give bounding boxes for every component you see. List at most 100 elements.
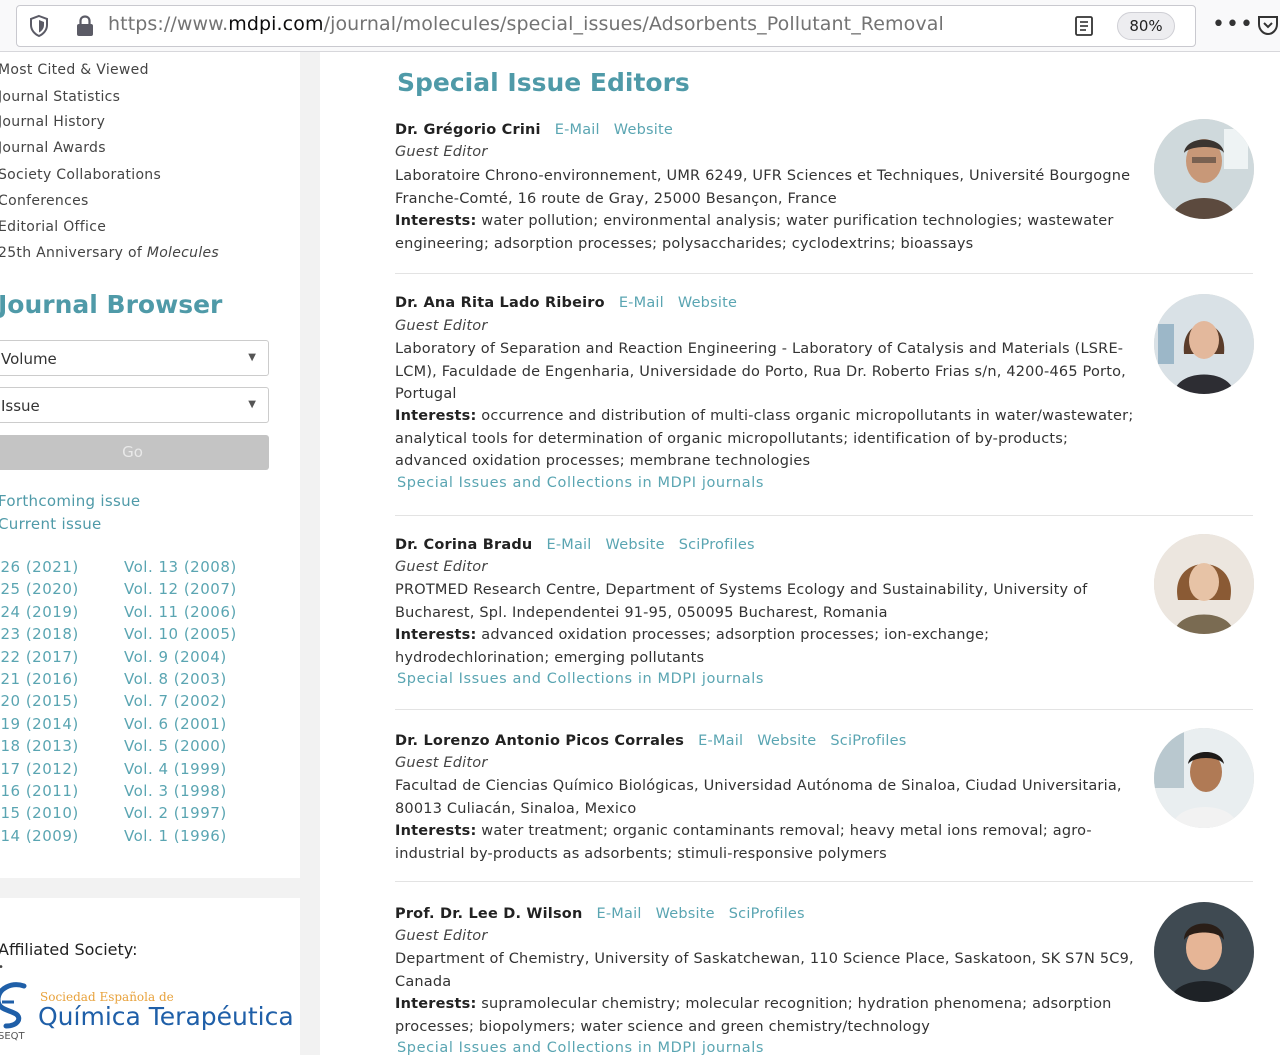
- editor-interests: Interests: supramolecular chemistry; mol…: [395, 993, 1135, 1038]
- interests-label: Interests:: [395, 213, 477, 229]
- page-title: Special Issue Editors: [397, 68, 690, 97]
- sidebar-link-conferences[interactable]: Conferences: [0, 193, 89, 209]
- interests-text: occurrence and distribution of multi-cla…: [395, 408, 1134, 469]
- editor-role: Guest Editor: [395, 559, 488, 575]
- volume-link[interactable]: Vol. 7 (2002): [124, 692, 227, 710]
- reader-view-icon[interactable]: [1073, 14, 1095, 38]
- sidebar-link-editorial-office[interactable]: Editorial Office: [0, 219, 106, 235]
- volume-link[interactable]: Vol. 3 (1998): [124, 782, 227, 800]
- website-link[interactable]: Website: [678, 295, 737, 311]
- volume-link[interactable]: Vol. 22 (2017): [0, 648, 79, 666]
- page-actions-menu-icon[interactable]: •••: [1212, 12, 1254, 37]
- editor-interests: Interests: water pollution; environmenta…: [395, 210, 1135, 255]
- volume-link[interactable]: Vol. 10 (2005): [124, 625, 237, 643]
- website-link[interactable]: Website: [614, 122, 673, 138]
- special-issues-link[interactable]: Special Issues and Collections in MDPI j…: [397, 1040, 764, 1055]
- editor-photo: [1154, 902, 1254, 1002]
- logo-society-name-main[interactable]: Química Terapéutica: [38, 1002, 294, 1031]
- volume-link[interactable]: Vol. 13 (2008): [124, 558, 237, 576]
- volume-link[interactable]: Vol. 19 (2014): [0, 715, 79, 733]
- interests-label: Interests:: [395, 996, 477, 1012]
- volume-link[interactable]: Vol. 4 (1999): [124, 760, 227, 778]
- volume-link[interactable]: Vol. 5 (2000): [124, 737, 227, 755]
- editor-interests: Interests: water treatment; organic cont…: [395, 820, 1135, 865]
- editor-photo: [1154, 534, 1254, 634]
- volume-link[interactable]: Vol. 11 (2006): [124, 603, 237, 621]
- editor-affiliation: Facultad de Ciencias Químico Biológicas,…: [395, 778, 1122, 817]
- seqt-logo-mark[interactable]: [0, 980, 30, 1030]
- editor-photo: [1154, 294, 1254, 394]
- url-path: /journal/molecules/special_issues/Adsorb…: [323, 13, 944, 35]
- email-link[interactable]: E-Mail: [555, 122, 600, 138]
- editor-affiliation: Laboratoire Chrono-environnement, UMR 62…: [395, 168, 1131, 207]
- special-issues-link[interactable]: Special Issues and Collections in MDPI j…: [397, 671, 764, 687]
- sidebar-link-history[interactable]: Journal History: [0, 114, 105, 130]
- url-text[interactable]: https://www.mdpi.com/journal/molecules/s…: [108, 13, 944, 35]
- volume-link[interactable]: Vol. 24 (2019): [0, 603, 79, 621]
- editor-name: Dr. Corina Bradu: [395, 537, 533, 553]
- volume-link[interactable]: Vol. 16 (2011): [0, 782, 79, 800]
- email-link[interactable]: E-Mail: [619, 295, 664, 311]
- volume-link[interactable]: Vol. 1 (1996): [124, 827, 227, 845]
- editor-role: Guest Editor: [395, 144, 488, 160]
- volume-link[interactable]: Vol. 21 (2016): [0, 670, 79, 688]
- url-domain: mdpi.com: [228, 13, 324, 35]
- journal-browser-title: Journal Browser: [0, 290, 223, 319]
- volume-link[interactable]: Vol. 14 (2009): [0, 827, 79, 845]
- volume-link[interactable]: Vol. 17 (2012): [0, 760, 79, 778]
- lock-icon[interactable]: [74, 14, 96, 38]
- volume-select[interactable]: Volume ▼: [0, 340, 269, 376]
- left-sidebar: Most Cited & Viewed Journal Statistics J…: [0, 52, 300, 878]
- volume-link[interactable]: Vol. 2 (1997): [124, 804, 227, 822]
- volume-link[interactable]: Vol. 8 (2003): [124, 670, 227, 688]
- editor-role: Guest Editor: [395, 755, 488, 771]
- main-content: Special Issue Editors Dr. Grégorio Crini…: [320, 52, 1280, 1055]
- interests-label: Interests:: [395, 408, 477, 424]
- website-link[interactable]: Website: [656, 906, 715, 922]
- forthcoming-issue-link[interactable]: Forthcoming issue: [0, 492, 140, 510]
- website-link[interactable]: Website: [606, 537, 665, 553]
- sciprofiles-link[interactable]: SciProfiles: [729, 906, 805, 922]
- volume-link[interactable]: Vol. 20 (2015): [0, 692, 79, 710]
- sciprofiles-link[interactable]: SciProfiles: [679, 537, 755, 553]
- volume-link[interactable]: Vol. 6 (2001): [124, 715, 227, 733]
- email-link[interactable]: E-Mail: [546, 537, 591, 553]
- editor-header: Dr. Grégorio Crini E-Mail Website: [395, 122, 673, 138]
- chevron-down-icon: ▼: [248, 352, 256, 363]
- issue-select[interactable]: Issue ▼: [0, 387, 269, 423]
- volume-link[interactable]: Vol. 15 (2010): [0, 804, 79, 822]
- website-link[interactable]: Website: [757, 733, 816, 749]
- email-link[interactable]: E-Mail: [597, 906, 642, 922]
- sidebar-link-awards[interactable]: Journal Awards: [0, 140, 106, 156]
- interests-text: water pollution; environmental analysis;…: [395, 213, 1114, 252]
- volume-link[interactable]: Vol. 26 (2021): [0, 558, 79, 576]
- sciprofiles-link[interactable]: SciProfiles: [830, 733, 906, 749]
- divider: [395, 709, 1253, 710]
- pocket-icon[interactable]: [1256, 12, 1280, 38]
- divider: [395, 881, 1253, 882]
- volume-link[interactable]: Vol. 18 (2013): [0, 737, 79, 755]
- volume-link[interactable]: Vol. 9 (2004): [124, 648, 227, 666]
- volume-link[interactable]: Vol. 23 (2018): [0, 625, 79, 643]
- editor-affiliation: Department of Chemistry, University of S…: [395, 951, 1134, 990]
- shield-icon[interactable]: [28, 14, 50, 38]
- editor-affiliation: Laboratory of Separation and Reaction En…: [395, 341, 1126, 402]
- current-issue-link[interactable]: Current issue: [0, 515, 102, 533]
- sidebar-link-most-cited[interactable]: Most Cited & Viewed: [0, 62, 149, 78]
- editor-name: Prof. Dr. Lee D. Wilson: [395, 906, 583, 922]
- editor-header: Prof. Dr. Lee D. Wilson E-Mail Website SciP…: [395, 906, 805, 922]
- interests-text: advanced oxidation processes; adsorption…: [395, 627, 990, 666]
- go-button[interactable]: Go: [0, 435, 269, 470]
- special-issues-link[interactable]: Special Issues and Collections in MDPI j…: [397, 475, 764, 491]
- sidebar-link-society[interactable]: Society Collaborations: [0, 167, 161, 183]
- editor-name: Dr. Ana Rita Lado Ribeiro: [395, 295, 605, 311]
- sidebar-link-statistics[interactable]: Journal Statistics: [0, 89, 120, 105]
- editor-header: Dr. Lorenzo Antonio Picos Corrales E-Mail…: [395, 733, 906, 749]
- volume-link[interactable]: Vol. 12 (2007): [124, 580, 237, 598]
- sidebar-link-anniversary[interactable]: 25th Anniversary of Molecules: [0, 245, 219, 261]
- divider: [395, 273, 1253, 274]
- interests-label: Interests:: [395, 627, 477, 643]
- zoom-level-button[interactable]: 80%: [1117, 12, 1175, 40]
- volume-link[interactable]: Vol. 25 (2020): [0, 580, 79, 598]
- email-link[interactable]: E-Mail: [698, 733, 743, 749]
